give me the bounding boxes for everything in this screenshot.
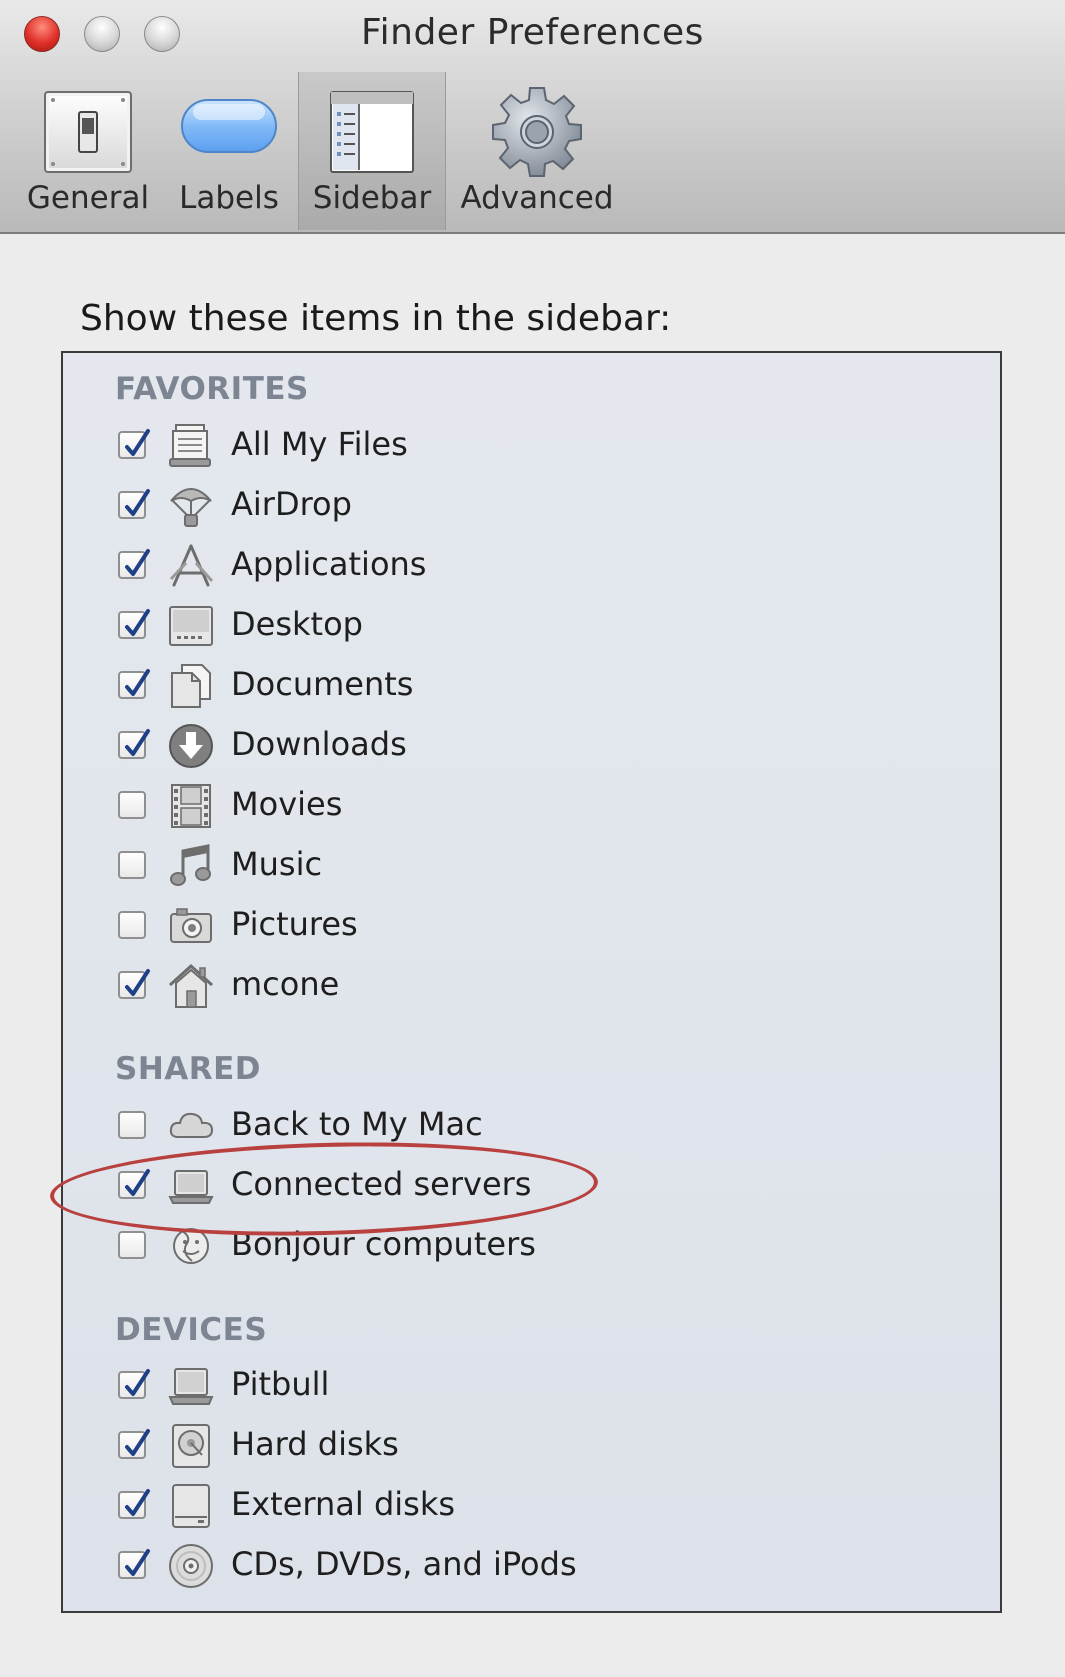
sidebar-items-prompt: Show these items in the sidebar: xyxy=(80,298,672,339)
option-label: Hard disks xyxy=(231,1425,399,1463)
sidebar-option-downloads[interactable]: Downloads xyxy=(118,723,818,771)
checkbox-airdrop[interactable] xyxy=(118,489,150,519)
cloud-icon xyxy=(168,1103,214,1149)
sidebar-option-back-to-my-mac[interactable]: Back to My Mac xyxy=(118,1103,818,1151)
home-icon xyxy=(168,963,214,1009)
option-label: Documents xyxy=(231,665,414,703)
sidebar-option-movies[interactable]: Movies xyxy=(118,783,818,831)
checkbox-home-folder[interactable] xyxy=(118,969,150,999)
checkbox-music[interactable] xyxy=(118,851,146,879)
tab-sidebar-label: Sidebar xyxy=(312,180,432,216)
checkbox-pictures[interactable] xyxy=(118,911,146,939)
option-label: Downloads xyxy=(231,725,407,763)
option-label: Back to My Mac xyxy=(231,1105,483,1143)
sidebar-option-documents[interactable]: Documents xyxy=(118,663,818,711)
sidebar-option-external-disks[interactable]: External disks xyxy=(118,1483,818,1531)
tab-sidebar[interactable]: Sidebar xyxy=(298,72,446,230)
general-switch-icon xyxy=(43,90,133,178)
section-heading-favorites: FAVORITES xyxy=(115,371,309,407)
laptop-icon xyxy=(168,1363,214,1409)
checkbox-downloads[interactable] xyxy=(118,729,150,759)
option-label: Pitbull xyxy=(231,1365,330,1403)
applications-icon xyxy=(168,543,214,589)
airdrop-icon xyxy=(168,483,214,529)
tab-labels[interactable]: Labels xyxy=(162,72,296,230)
music-icon xyxy=(168,843,214,889)
window-title: Finder Preferences xyxy=(361,12,704,53)
hard-disk-icon xyxy=(168,1423,214,1469)
checkbox-external-disks[interactable] xyxy=(118,1489,150,1519)
movies-icon xyxy=(168,783,214,829)
checkbox-hard-disks[interactable] xyxy=(118,1429,150,1459)
sidebar-option-pictures[interactable]: Pictures xyxy=(118,903,818,951)
sidebar-option-airdrop[interactable]: AirDrop xyxy=(118,483,818,531)
checkbox-applications[interactable] xyxy=(118,549,150,579)
tab-general-label: General xyxy=(26,180,150,216)
checkbox-documents[interactable] xyxy=(118,669,150,699)
tab-labels-label: Labels xyxy=(179,180,279,216)
tab-advanced-label: Advanced xyxy=(460,180,614,216)
sidebar-option-cds-dvds-ipods[interactable]: CDs, DVDs, and iPods xyxy=(118,1543,818,1591)
option-label: mcone xyxy=(231,965,340,1003)
desktop-icon xyxy=(168,603,214,649)
external-disk-icon xyxy=(168,1483,214,1529)
sidebar-option-hard-disks[interactable]: Hard disks xyxy=(118,1423,818,1471)
checkbox-all-my-files[interactable] xyxy=(118,429,150,459)
sidebar-option-applications[interactable]: Applications xyxy=(118,543,818,591)
option-label: External disks xyxy=(231,1485,456,1523)
checkbox-pitbull[interactable] xyxy=(118,1369,150,1399)
checkbox-bonjour-computers[interactable] xyxy=(118,1231,146,1259)
pictures-icon xyxy=(168,903,214,949)
cd-icon xyxy=(168,1543,214,1589)
sidebar-option-home-folder[interactable]: mcone xyxy=(118,963,818,1011)
option-label: AirDrop xyxy=(231,485,352,523)
sidebar-option-pitbull[interactable]: Pitbull xyxy=(118,1363,818,1411)
labels-pill-icon xyxy=(179,96,279,160)
option-label: Music xyxy=(231,845,323,883)
tab-advanced[interactable]: Advanced xyxy=(452,72,622,230)
window-toolbar: Finder Preferences General Labels Sideba… xyxy=(0,0,1065,234)
section-heading-shared: SHARED xyxy=(115,1051,262,1087)
sidebar-option-music[interactable]: Music xyxy=(118,843,818,891)
option-label: Pictures xyxy=(231,905,358,943)
sidebar-window-icon xyxy=(329,90,415,178)
checkbox-back-to-my-mac[interactable] xyxy=(118,1111,146,1139)
sidebar-option-all-my-files[interactable]: All My Files xyxy=(118,423,818,471)
checkbox-desktop[interactable] xyxy=(118,609,150,639)
documents-icon xyxy=(168,663,214,709)
option-label: CDs, DVDs, and iPods xyxy=(231,1545,577,1583)
option-label: Applications xyxy=(231,545,427,583)
gear-icon xyxy=(489,84,585,184)
tab-general[interactable]: General xyxy=(18,72,158,230)
downloads-icon xyxy=(168,723,214,769)
all-my-files-icon xyxy=(168,423,214,469)
checkbox-movies[interactable] xyxy=(118,791,146,819)
option-label: Movies xyxy=(231,785,343,823)
checkbox-cds-dvds-ipods[interactable] xyxy=(118,1549,150,1579)
option-label: Desktop xyxy=(231,605,363,643)
option-label: All My Files xyxy=(231,425,408,463)
sidebar-option-desktop[interactable]: Desktop xyxy=(118,603,818,651)
section-heading-devices: DEVICES xyxy=(115,1312,268,1348)
